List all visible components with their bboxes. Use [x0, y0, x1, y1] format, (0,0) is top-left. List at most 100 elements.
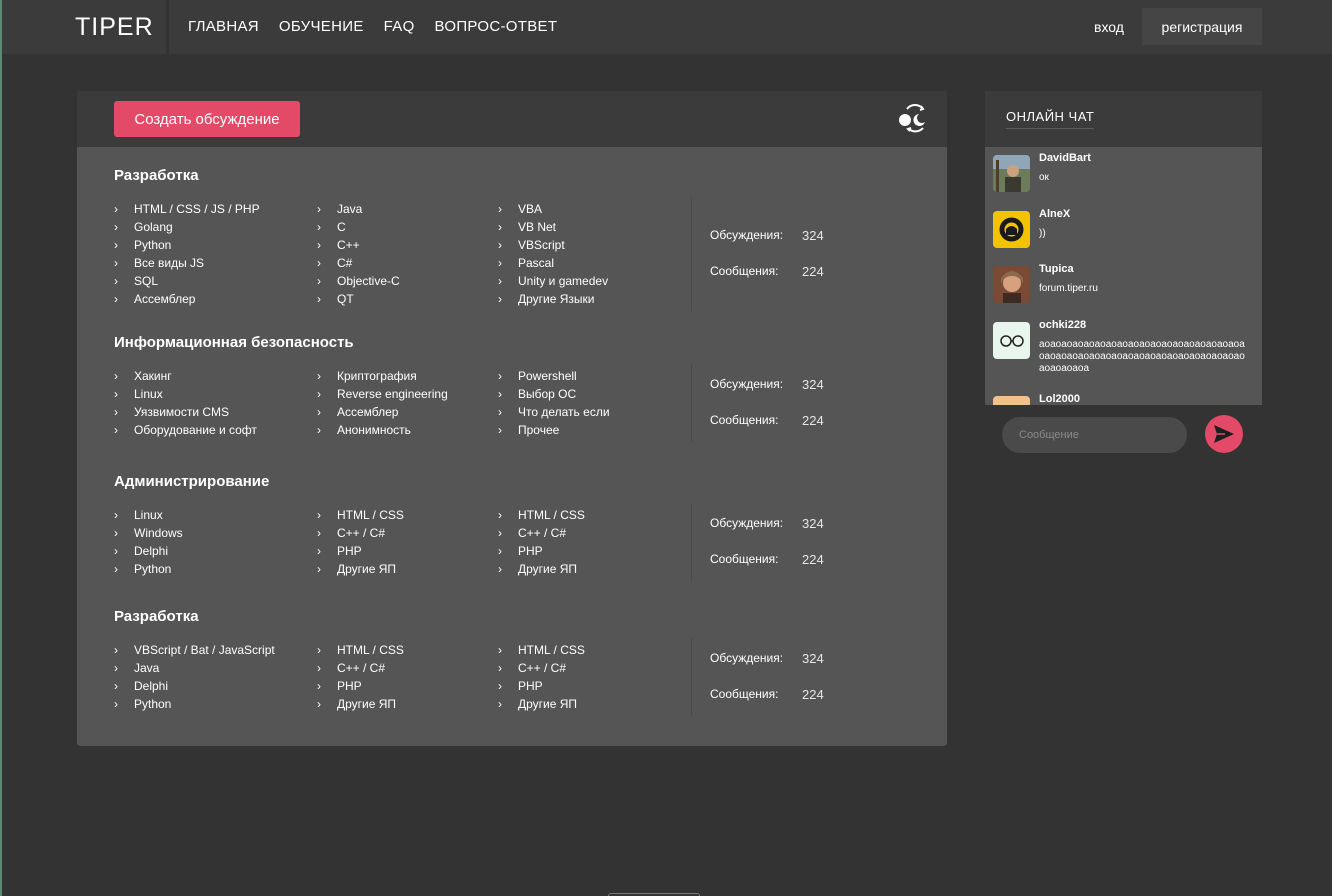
- subforum-link[interactable]: › Оборудование и софт: [114, 421, 257, 439]
- login-link[interactable]: вход: [1094, 19, 1124, 35]
- section-title[interactable]: Разработка: [114, 608, 199, 625]
- subforum-link[interactable]: › C++ / C#: [498, 524, 585, 542]
- create-discussion-button[interactable]: Создать обсуждение: [114, 101, 300, 137]
- subforum-link[interactable]: › Ассемблер: [114, 290, 260, 308]
- subforum-link[interactable]: › Другие ЯП: [498, 695, 585, 713]
- section-divider: [691, 364, 692, 442]
- chat-username[interactable]: ochki228: [1039, 319, 1086, 331]
- subforum-link[interactable]: › Анонимность: [317, 421, 448, 439]
- day-night-toggle-icon[interactable]: [897, 101, 929, 133]
- subforum-link[interactable]: › Ассемблер: [317, 403, 448, 421]
- chevron-right-icon: ›: [114, 274, 118, 288]
- subforum-label: Ассемблер: [337, 405, 399, 419]
- subforum-link[interactable]: › HTML / CSS: [317, 506, 404, 524]
- subforum-label: Анонимность: [337, 423, 411, 437]
- chevron-right-icon: ›: [317, 220, 321, 234]
- subforum-link[interactable]: › VB Net: [498, 218, 608, 236]
- subforum-link[interactable]: › PHP: [498, 677, 585, 695]
- send-button[interactable]: [1205, 415, 1243, 453]
- subforum-column: › Java › C › C++ › C# › Objective-C › QT: [317, 200, 400, 308]
- subforum-link[interactable]: › Что делать если: [498, 403, 610, 421]
- subforum-link[interactable]: › Хакинг: [114, 367, 257, 385]
- subforum-link[interactable]: › Python: [114, 560, 183, 578]
- subforum-link[interactable]: › Reverse engineering: [317, 385, 448, 403]
- chevron-right-icon: ›: [498, 697, 502, 711]
- chevron-right-icon: ›: [317, 369, 321, 383]
- subforum-link[interactable]: › Delphi: [114, 677, 275, 695]
- subforum-link[interactable]: › Python: [114, 236, 260, 254]
- subforum-link[interactable]: › Delphi: [114, 542, 183, 560]
- subforum-link[interactable]: › Golang: [114, 218, 260, 236]
- chevron-right-icon: ›: [114, 679, 118, 693]
- subforum-link[interactable]: › Unity и gamedev: [498, 272, 608, 290]
- chat-username[interactable]: DavidBart: [1039, 152, 1091, 164]
- stat-value: 224: [802, 687, 824, 702]
- nav-link-faq[interactable]: FAQ: [384, 18, 415, 35]
- avatar[interactable]: [993, 266, 1030, 303]
- subforum-link[interactable]: › QT: [317, 290, 400, 308]
- subforum-link[interactable]: › HTML / CSS: [498, 641, 585, 659]
- subforum-label: Другие ЯП: [518, 562, 578, 576]
- subforum-label: Unity и gamedev: [518, 274, 609, 288]
- chat-messages[interactable]: DavidBart ок AlneX )) Tupica forum.tiper…: [985, 147, 1262, 405]
- subforum-link[interactable]: › Все виды JS: [114, 254, 260, 272]
- subforum-column: › HTML / CSS › C++ / C# › PHP › Другие ЯП: [317, 641, 404, 713]
- site-logo[interactable]: TIPER: [75, 13, 154, 42]
- section-title[interactable]: Разработка: [114, 167, 199, 184]
- section-title[interactable]: Информационная безопасность: [114, 334, 354, 351]
- avatar[interactable]: [993, 322, 1030, 359]
- subforum-link[interactable]: › Powershell: [498, 367, 610, 385]
- chat-message-input[interactable]: [1002, 417, 1187, 453]
- nav-link-learning[interactable]: ОБУЧЕНИЕ: [279, 18, 364, 35]
- subforum-link[interactable]: › HTML / CSS: [317, 641, 404, 659]
- nav-link-qa[interactable]: ВОПРОС-ОТВЕТ: [435, 18, 558, 35]
- avatar[interactable]: [993, 155, 1030, 192]
- subforum-link[interactable]: › Прочее: [498, 421, 610, 439]
- nav-link-home[interactable]: ГЛАВНАЯ: [188, 18, 259, 35]
- subforum-link[interactable]: › C++ / C#: [317, 524, 404, 542]
- chat-username[interactable]: Lol2000: [1039, 393, 1080, 405]
- subforum-link[interactable]: › Objective-C: [317, 272, 400, 290]
- subforum-link[interactable]: › Linux: [114, 506, 183, 524]
- subforum-link[interactable]: › HTML / CSS / JS / PHP: [114, 200, 260, 218]
- subforum-link[interactable]: › C++ / C#: [317, 659, 404, 677]
- subforum-link[interactable]: › Другие ЯП: [317, 560, 404, 578]
- subforum-link[interactable]: › Pascal: [498, 254, 608, 272]
- subforum-link[interactable]: › PHP: [317, 677, 404, 695]
- section-title[interactable]: Администрирование: [114, 473, 269, 490]
- subforum-link[interactable]: › Выбор ОС: [498, 385, 610, 403]
- subforum-link[interactable]: › HTML / CSS: [498, 506, 585, 524]
- subforum-link[interactable]: › C: [317, 218, 400, 236]
- subforum-link[interactable]: › Другие Языки: [498, 290, 608, 308]
- avatar[interactable]: [993, 396, 1030, 405]
- subforum-link[interactable]: › SQL: [114, 272, 260, 290]
- subforum-link[interactable]: › PHP: [498, 542, 585, 560]
- subforum-link[interactable]: › C#: [317, 254, 400, 272]
- subforum-link[interactable]: › Другие ЯП: [317, 695, 404, 713]
- subforum-column: › HTML / CSS › C++ / C# › PHP › Другие ЯП: [498, 641, 585, 713]
- subforum-link[interactable]: › Linux: [114, 385, 257, 403]
- subforum-link[interactable]: › Windows: [114, 524, 183, 542]
- subforum-link[interactable]: › VBScript: [498, 236, 608, 254]
- subforum-link[interactable]: › Java: [317, 200, 400, 218]
- chevron-right-icon: ›: [317, 661, 321, 675]
- chevron-right-icon: ›: [498, 220, 502, 234]
- subforum-link[interactable]: › VBScript / Bat / JavaScript: [114, 641, 275, 659]
- register-button[interactable]: регистрация: [1142, 8, 1262, 45]
- chat-username[interactable]: Tupica: [1039, 263, 1074, 275]
- subforum-link[interactable]: › C++ / C#: [498, 659, 585, 677]
- subforum-link[interactable]: › Уязвимости CMS: [114, 403, 257, 421]
- subforum-label: PHP: [518, 679, 543, 693]
- chevron-right-icon: ›: [498, 238, 502, 252]
- subforum-link[interactable]: › Java: [114, 659, 275, 677]
- avatar[interactable]: [993, 211, 1030, 248]
- chevron-right-icon: ›: [114, 697, 118, 711]
- chat-username[interactable]: AlneX: [1039, 208, 1070, 220]
- subforum-link[interactable]: › VBA: [498, 200, 608, 218]
- subforum-link[interactable]: › Python: [114, 695, 275, 713]
- subforum-link[interactable]: › Другие ЯП: [498, 560, 585, 578]
- subforum-link[interactable]: › PHP: [317, 542, 404, 560]
- subforum-label: C: [337, 220, 346, 234]
- subforum-link[interactable]: › Криптография: [317, 367, 448, 385]
- subforum-link[interactable]: › C++: [317, 236, 400, 254]
